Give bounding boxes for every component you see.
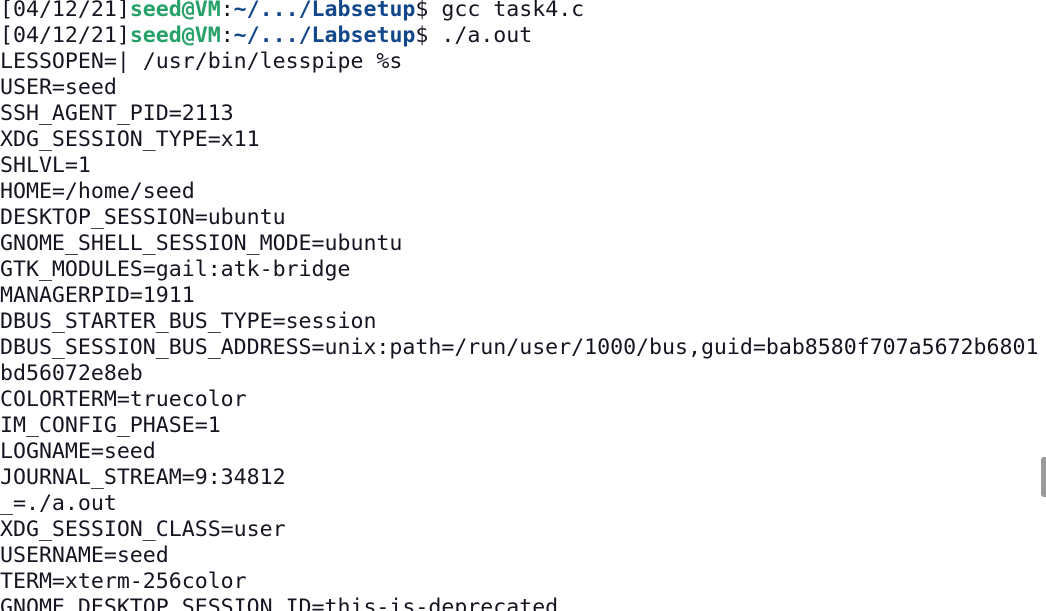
output-line: DBUS_SESSION_BUS_ADDRESS=unix:path=/run/… bbox=[0, 335, 1039, 360]
prompt-timestamp: [04/12/21] bbox=[0, 0, 130, 22]
terminal-output: [04/12/21]seed@VM:~/.../Labsetup$ gcc ta… bbox=[0, 0, 1046, 611]
command-text: ./a.out bbox=[441, 23, 533, 48]
prompt-symbol: $ bbox=[415, 0, 442, 22]
output-line: DBUS_STARTER_BUS_TYPE=session bbox=[0, 309, 377, 334]
prompt-separator: : bbox=[220, 0, 234, 22]
prompt-symbol: $ bbox=[415, 23, 442, 48]
prompt-separator: : bbox=[220, 23, 234, 48]
output-line: COLORTERM=truecolor bbox=[0, 387, 247, 412]
output-line: LOGNAME=seed bbox=[0, 439, 156, 464]
prompt-line: [04/12/21]seed@VM:~/.../Labsetup$ gcc ta… bbox=[0, 0, 1046, 23]
prompt-line: [04/12/21]seed@VM:~/.../Labsetup$ ./a.ou… bbox=[0, 23, 1046, 49]
output-line: IM_CONFIG_PHASE=1 bbox=[0, 413, 221, 438]
output-line: _=./a.out bbox=[0, 491, 117, 516]
terminal-window[interactable]: [04/12/21]seed@VM:~/.../Labsetup$ gcc ta… bbox=[0, 0, 1046, 611]
prompt-timestamp: [04/12/21] bbox=[0, 23, 130, 48]
prompt-path: ~/.../Labsetup bbox=[233, 0, 416, 22]
output-line: SSH_AGENT_PID=2113 bbox=[0, 101, 234, 126]
output-line: GNOME_DESKTOP_SESSION_ID=this-is-depreca… bbox=[0, 595, 559, 611]
output-line: LESSOPEN=| /usr/bin/lesspipe %s bbox=[0, 49, 403, 74]
output-line: USERNAME=seed bbox=[0, 543, 169, 568]
output-line: GTK_MODULES=gail:atk-bridge bbox=[0, 257, 351, 282]
output-line: SHLVL=1 bbox=[0, 153, 91, 178]
output-line: XDG_SESSION_TYPE=x11 bbox=[0, 127, 260, 152]
output-line: USER=seed bbox=[0, 75, 117, 100]
output-line: MANAGERPID=1911 bbox=[0, 283, 195, 308]
output-line: JOURNAL_STREAM=9:34812 bbox=[0, 465, 286, 490]
output-line: XDG_SESSION_CLASS=user bbox=[0, 517, 286, 542]
output-line: TERM=xterm-256color bbox=[0, 569, 247, 594]
prompt-user-host: seed@VM bbox=[129, 0, 221, 22]
prompt-path: ~/.../Labsetup bbox=[233, 23, 416, 48]
output-line: DESKTOP_SESSION=ubuntu bbox=[0, 205, 286, 230]
scrollbar-thumb[interactable] bbox=[1041, 457, 1046, 497]
output-line: HOME=/home/seed bbox=[0, 179, 195, 204]
command-text: gcc task4.c bbox=[441, 0, 585, 22]
prompt-user-host: seed@VM bbox=[129, 23, 221, 48]
output-line: bd56072e8eb bbox=[0, 361, 143, 386]
output-line: GNOME_SHELL_SESSION_MODE=ubuntu bbox=[0, 231, 403, 256]
